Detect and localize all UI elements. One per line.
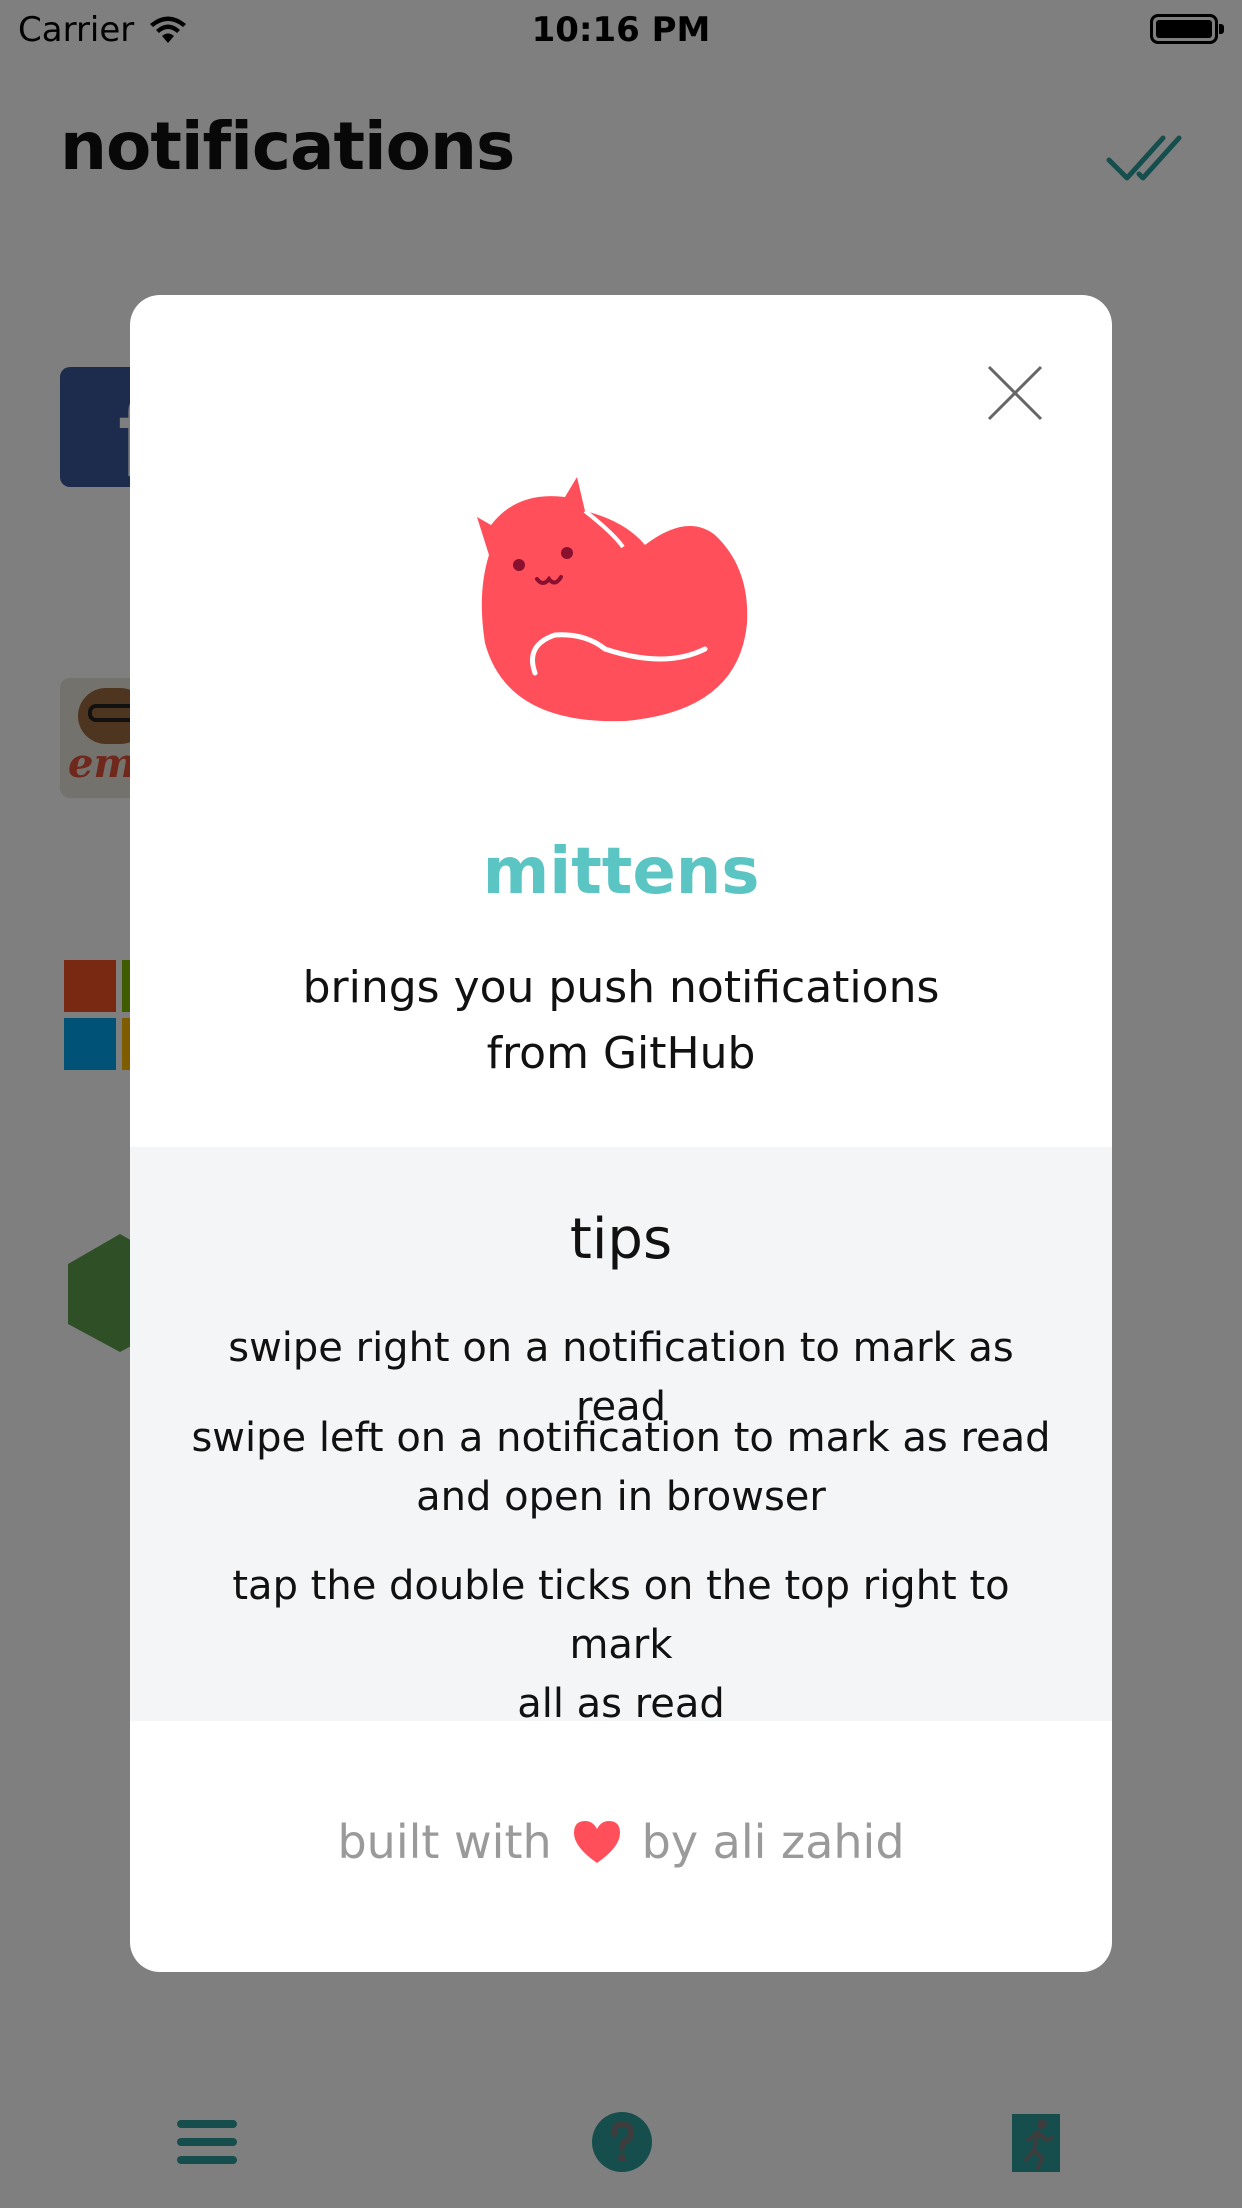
credits-suffix[interactable]: by ali zahid (642, 1815, 905, 1869)
heart-icon (573, 1821, 620, 1863)
about-modal: mittens brings you push notifications fr… (130, 295, 1112, 1972)
tagline-line-2: from GitHub (486, 1028, 756, 1079)
tip-line: tap the double ticks on the top right to… (232, 1563, 1010, 1668)
tagline: brings you push notifications from GitHu… (130, 955, 1112, 1087)
tip-line: and open in browser (416, 1474, 826, 1520)
tip-item: swipe left on a notification to mark as … (180, 1409, 1062, 1527)
credits: built with by ali zahid (130, 1815, 1112, 1869)
credits-prefix: built with (337, 1815, 552, 1869)
tagline-line-1: brings you push notifications (302, 962, 940, 1013)
tip-line: swipe left on a notification to mark as … (191, 1415, 1051, 1461)
app-name: mittens (482, 835, 760, 909)
tip-item: tap the double ticks on the top right to… (180, 1557, 1062, 1734)
tip-line: all as read (517, 1681, 725, 1727)
mittens-cat-logo-icon (477, 477, 748, 722)
tips-section: tips swipe right on a notification to ma… (130, 1147, 1112, 1727)
tips-title: tips (569, 1207, 673, 1272)
close-icon[interactable] (985, 363, 1045, 423)
